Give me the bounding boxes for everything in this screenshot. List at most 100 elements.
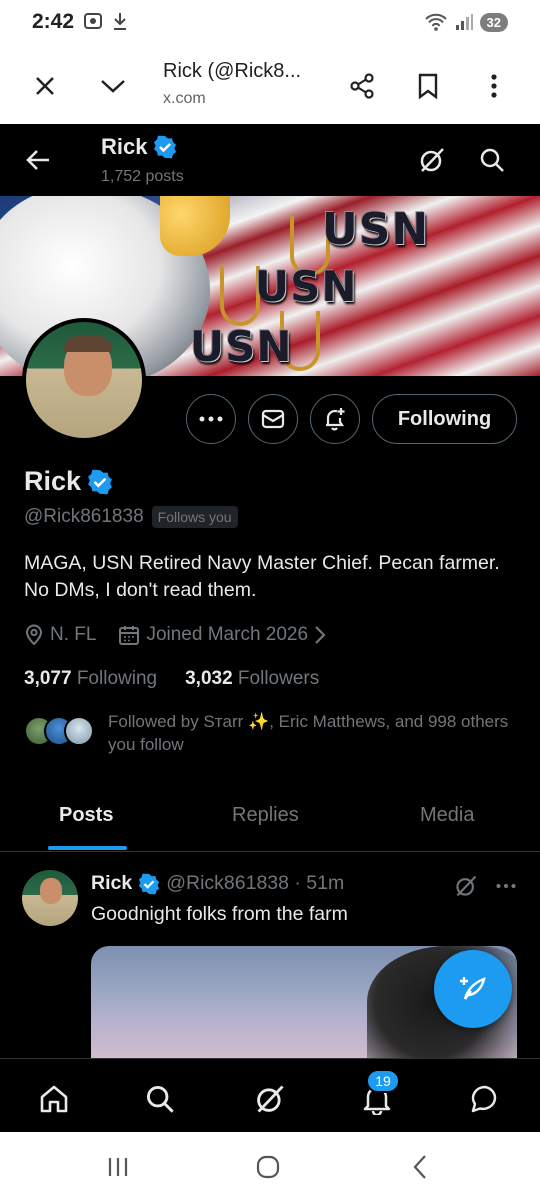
bottom-navigation: 19: [0, 1058, 540, 1132]
compose-icon: [460, 977, 486, 1000]
followed-by-text: Followed by Sтarr ✨, Eric Matthews, and …: [108, 712, 509, 754]
subscribe-notifications-button[interactable]: [310, 394, 360, 444]
handle-row: @Rick861838 Follows you: [24, 506, 238, 528]
more-options-button[interactable]: [186, 394, 236, 444]
grok-icon: [420, 148, 444, 172]
system-navigation-bar: [0, 1132, 540, 1200]
banner-eagle-beak: [160, 196, 230, 256]
profile-meta-row: N. FL Joined March 2026: [24, 624, 326, 646]
following-button[interactable]: Following: [372, 394, 517, 444]
status-right: 32: [424, 12, 508, 32]
verified-badge-icon[interactable]: [87, 469, 113, 495]
tab-replies[interactable]: Replies: [232, 804, 299, 827]
status-time: 2:42: [32, 10, 75, 33]
search-icon: [480, 148, 504, 172]
mail-icon: [261, 409, 285, 429]
chevron-right-icon: [315, 626, 326, 644]
banner-text-usn-3: USN: [190, 322, 293, 371]
followed-by-section[interactable]: Followed by Sтarr ✨, Eric Matthews, and …: [24, 710, 524, 760]
signal-icon: [455, 14, 473, 30]
tab-posts[interactable]: Posts: [59, 804, 113, 827]
post-more-button[interactable]: [492, 872, 520, 900]
post-header: Rick @Rick861838 · 51m: [91, 872, 344, 895]
banner-text-usn-2: USN: [255, 262, 358, 311]
profile-tabs: Posts Replies Media: [0, 784, 540, 852]
bell-plus-icon: [326, 408, 345, 431]
nav-search[interactable]: [138, 1077, 182, 1121]
profile-header-bar: Rick 1,752 posts: [0, 124, 540, 196]
share-button[interactable]: [340, 64, 384, 108]
notifications-badge: 19: [366, 1069, 400, 1093]
browser-menu-button[interactable]: [472, 64, 516, 108]
home-system-button[interactable]: [250, 1152, 286, 1182]
home-icon: [40, 1085, 68, 1113]
more-horizontal-icon: [496, 883, 516, 889]
bookmark-button[interactable]: [406, 64, 450, 108]
more-vertical-icon: [491, 74, 497, 98]
post-grok-button[interactable]: [452, 872, 480, 900]
post-meta: @Rick861838 · 51m: [166, 872, 345, 894]
screenshot-icon: [84, 13, 102, 29]
nav-grok[interactable]: [248, 1077, 292, 1121]
profile-stats: 3,077 Following 3,032 Followers: [24, 668, 319, 690]
verified-badge-icon: [154, 135, 177, 159]
chevron-down-icon: [101, 80, 125, 93]
post-author-avatar[interactable]: [22, 870, 78, 926]
calendar-icon: [119, 626, 140, 645]
verified-badge-icon: [139, 873, 160, 894]
grok-icon: [456, 875, 477, 897]
location-icon: [25, 624, 43, 646]
following-label: Following: [76, 668, 158, 689]
back-button[interactable]: [16, 138, 60, 182]
back-chevron-icon: [413, 1155, 426, 1179]
back-arrow-icon: [26, 150, 49, 170]
post-author-name[interactable]: Rick: [91, 872, 132, 895]
share-icon: [350, 73, 374, 99]
search-icon: [147, 1086, 174, 1113]
location-text: N. FL: [50, 624, 97, 645]
browser-page-title: Rick (@Rick8...: [163, 60, 302, 82]
profile-name: Rick: [24, 466, 113, 497]
tab-active-indicator: [48, 846, 127, 850]
following-stat[interactable]: 3,077 Following: [24, 668, 157, 690]
profile-joined[interactable]: Joined March 2026: [118, 624, 326, 646]
joined-text: Joined March 2026: [146, 624, 309, 645]
battery-indicator: 32: [479, 12, 508, 32]
search-button[interactable]: [470, 138, 514, 182]
banner-text-usn-1: USN: [322, 204, 430, 255]
recent-apps-icon: [108, 1158, 128, 1176]
back-system-button[interactable]: [402, 1152, 438, 1182]
profile-avatar[interactable]: [22, 318, 146, 442]
bookmark-icon: [418, 73, 438, 99]
profile-location: N. FL: [24, 624, 96, 646]
close-icon: [36, 77, 54, 95]
minimize-tab-button[interactable]: [91, 64, 135, 108]
follower-avatar-3: [64, 716, 94, 746]
following-count: 3,077: [24, 668, 72, 689]
tab-media[interactable]: Media: [420, 804, 474, 827]
followers-stat[interactable]: 3,032 Followers: [185, 668, 319, 690]
profile-handle: @Rick861838: [24, 506, 144, 527]
post-text: Goodnight folks from the farm: [91, 903, 348, 925]
header-post-count: 1,752 posts: [101, 168, 184, 185]
browser-url: x.com: [163, 90, 206, 107]
followers-label: Followers: [237, 668, 320, 689]
nav-home[interactable]: [32, 1077, 76, 1121]
compose-button[interactable]: [434, 950, 512, 1028]
header-name-text: Rick: [101, 134, 148, 159]
header-name: Rick: [101, 134, 177, 160]
download-icon: [114, 13, 126, 30]
grok-button[interactable]: [410, 138, 454, 182]
profile-name-text: Rick: [24, 466, 82, 496]
banner-anchor-2: [220, 266, 260, 326]
recent-apps-button[interactable]: [100, 1152, 136, 1182]
grok-icon: [257, 1085, 284, 1113]
avatar-hair: [64, 336, 112, 352]
message-button[interactable]: [248, 394, 298, 444]
status-bar: 2:42 32: [0, 0, 540, 48]
browser-bar: Rick (@Rick8... x.com: [0, 48, 540, 124]
nav-messages[interactable]: [463, 1077, 507, 1121]
profile-bio: MAGA, USN Retired Navy Master Chief. Pec…: [24, 552, 500, 601]
wifi-icon: [424, 13, 447, 31]
close-tab-button[interactable]: [23, 64, 67, 108]
